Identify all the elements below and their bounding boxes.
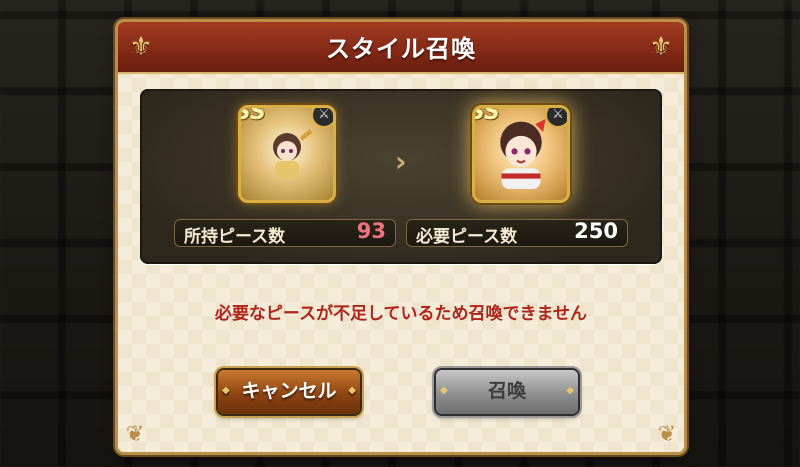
owned-pieces-value: 93 bbox=[356, 219, 386, 243]
character-piece-icon bbox=[273, 129, 312, 179]
target-style-card: SS ⚔ bbox=[472, 105, 570, 203]
summon-button[interactable]: 召喚 bbox=[436, 370, 578, 414]
required-pieces-box: 必要ピース数 250 bbox=[406, 219, 628, 247]
dialog-header: ⚜ スタイル召喚 ⚜ bbox=[118, 22, 684, 74]
required-pieces-label: 必要ピース数 bbox=[416, 227, 518, 247]
dialog-title: スタイル召喚 bbox=[326, 35, 476, 63]
sword-icon: ⚔ bbox=[311, 108, 333, 128]
sword-icon: ⚔ bbox=[545, 108, 567, 128]
corner-ornament-icon: ❦ bbox=[125, 422, 145, 447]
corner-ornament-icon: ❦ bbox=[657, 422, 677, 447]
rank-badge: SS bbox=[472, 105, 500, 125]
rank-badge: SS bbox=[238, 105, 266, 125]
insufficient-pieces-message: 必要なピースが不足しているため召喚できません bbox=[214, 304, 588, 324]
current-style-card: SS ⚔ bbox=[238, 105, 336, 203]
arrow-right-icon: › bbox=[395, 145, 407, 178]
piece-info-panel: SS ⚔ › SS ⚔ 所持ピース数 93 必要ピース数 250 bbox=[140, 89, 662, 264]
owned-pieces-label: 所持ピース数 bbox=[184, 227, 286, 247]
required-pieces-value: 250 bbox=[574, 219, 618, 243]
style-summon-dialog: ⚜ スタイル召喚 ⚜ SS ⚔ › SS ⚔ 所持ピース数 93 必要ピース数 … bbox=[118, 22, 684, 452]
owned-pieces-box: 所持ピース数 93 bbox=[174, 219, 396, 247]
fleur-ornament-icon: ⚜ bbox=[649, 32, 673, 62]
cancel-button[interactable]: キャンセル bbox=[218, 370, 360, 414]
character-portrait-icon bbox=[500, 119, 546, 189]
